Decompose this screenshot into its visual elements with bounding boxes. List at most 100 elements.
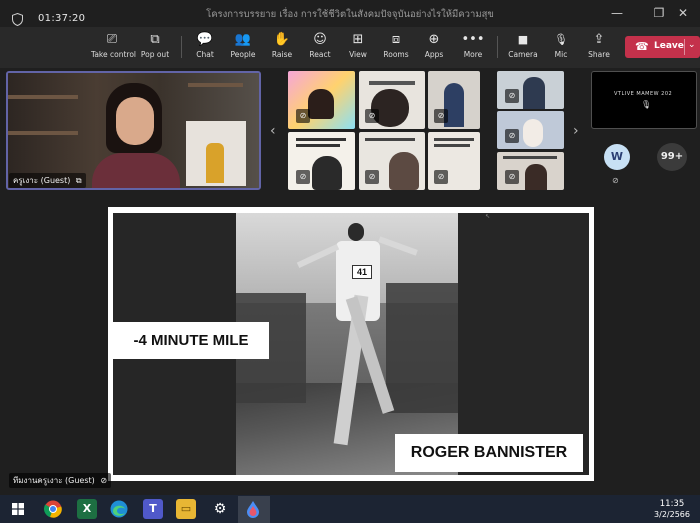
chat-button[interactable]: 💬 Chat [190, 31, 220, 65]
participant-tile[interactable]: ⊘ [497, 111, 564, 149]
mic-off-icon: ⊘ [505, 170, 519, 184]
mic-off-icon: ⊘ [434, 109, 448, 123]
participant-tile[interactable]: ⊘ [497, 152, 564, 190]
leave-divider [684, 39, 685, 55]
minimize-button[interactable]: — [602, 4, 632, 22]
camera-label: Camera [508, 50, 538, 59]
more-button[interactable]: ••• More [458, 31, 488, 65]
mic-off-icon: ⊘ [505, 129, 519, 143]
pop-out-button[interactable]: ⧉ Pop out [139, 31, 171, 65]
teams-icon[interactable]: T [143, 499, 163, 519]
people-icon: 👥 [234, 32, 252, 47]
mic-off-icon: ⊘ [365, 170, 379, 184]
apps-button[interactable]: ⊕ Apps [420, 31, 448, 65]
participant-tile[interactable]: ⊘ [288, 132, 355, 190]
more-icon: ••• [461, 32, 485, 47]
chevron-down-icon[interactable]: ⌄ [688, 40, 696, 50]
mile-caption: -4 MINUTE MILE [133, 332, 249, 349]
react-button[interactable]: ☺ React [305, 31, 335, 65]
drop-app-icon[interactable] [244, 500, 262, 518]
settings-gear-icon[interactable]: ⚙ [210, 499, 230, 519]
share-label: Share [588, 50, 610, 59]
name-caption: ROGER BANNISTER [410, 444, 568, 461]
apps-icon: ⊕ [428, 32, 440, 47]
pop-out-label: Pop out [140, 50, 170, 59]
mic-label: Mic [554, 50, 568, 59]
rooms-label: Rooms [383, 50, 409, 59]
participant-tile[interactable]: ⊘ [428, 71, 480, 129]
bookshelf [8, 95, 78, 99]
apps-label: Apps [424, 50, 444, 59]
excel-icon[interactable]: X [77, 499, 97, 519]
share-button[interactable]: ⇪ Share [585, 31, 613, 65]
react-label: React [309, 50, 331, 59]
mic-off-icon: ⊘ [365, 109, 379, 123]
screen-share-indicator-icon: ⧉ [75, 176, 82, 185]
mic-icon: 🎙 [641, 100, 652, 109]
speaker-name-label: ครูเงาะ (Guest) ⧉ [9, 173, 86, 188]
toolbar-divider [497, 36, 498, 58]
rooms-icon: ⧈ [391, 32, 401, 47]
participant-tile[interactable]: ⊘ [428, 132, 480, 190]
participant-tile[interactable]: ⊘ [359, 132, 425, 190]
pop-out-icon: ⧉ [150, 32, 160, 47]
self-video-label: VTLIVE MAMEW 202 [614, 91, 673, 97]
phone-hangup-icon: ☎ [635, 40, 649, 53]
presenter-name: ทีมงานครูเงาะ (Guest) [13, 476, 95, 485]
rooms-button[interactable]: ⧈ Rooms [381, 31, 411, 65]
participant-tile[interactable]: ⊘ [497, 71, 564, 109]
people-label: People [230, 50, 256, 59]
windows-start-icon[interactable] [12, 503, 24, 515]
take-control-button[interactable]: ⎚ Take control [91, 31, 137, 65]
gallery-prev-arrow[interactable]: ‹ [270, 123, 276, 139]
mic-off-icon: ⊘ [434, 170, 448, 184]
presenter-name-label: ทีมงานครูเงาะ (Guest) ⊘ [9, 473, 112, 488]
bookshelf [8, 131, 78, 135]
speaker-shirt [92, 153, 180, 188]
speaker-face [116, 97, 154, 145]
toolbar-divider [181, 36, 182, 58]
mic-off-icon: ⊘ [296, 170, 310, 184]
view-label: View [349, 50, 367, 59]
view-button[interactable]: ⊞ View [344, 31, 372, 65]
take-control-label: Take control [91, 50, 137, 59]
camera-button[interactable]: ■ Camera [506, 31, 540, 65]
edge-icon[interactable] [110, 500, 128, 518]
taskbar-clock-time[interactable]: 11:35 [648, 499, 696, 509]
chat-icon: 💬 [196, 32, 214, 47]
mouse-cursor-icon: ↖ [485, 213, 491, 220]
participant-avatar[interactable]: W [604, 144, 630, 170]
raise-hand-label: Raise [271, 50, 293, 59]
mic-off-icon: ⊘ [505, 89, 519, 103]
view-icon: ⊞ [352, 32, 364, 47]
mic-off-icon: ⊘ [296, 109, 310, 123]
shield-icon [12, 13, 23, 26]
raise-hand-button[interactable]: ✋ Raise [267, 31, 297, 65]
meeting-timer: 01:37:20 [38, 13, 86, 24]
people-button[interactable]: 👥 People [227, 31, 259, 65]
chat-label: Chat [196, 50, 214, 59]
taskbar-clock-date[interactable]: 3/2/2566 [648, 510, 696, 519]
windows-taskbar [0, 495, 700, 523]
participant-tile[interactable]: ⊘ [288, 71, 355, 129]
take-control-icon: ⎚ [106, 32, 118, 47]
mic-off-icon: 🎙 [554, 33, 568, 46]
more-label: More [463, 50, 483, 59]
more-participants-count[interactable]: 99+ [657, 143, 687, 171]
file-explorer-icon[interactable]: ▭ [176, 499, 196, 519]
react-icon: ☺ [313, 32, 327, 47]
window-title: โครงการบรรยาย เรื่อง การใช้ชีวิตในสังคมป… [206, 9, 494, 20]
bookshelf [188, 83, 243, 87]
speaker-name: ครูเงาะ (Guest) [13, 176, 71, 185]
chrome-icon[interactable] [44, 500, 62, 518]
close-button[interactable]: ✕ [668, 4, 698, 22]
mic-off-icon: ⊘ [100, 476, 108, 485]
poster-figure [206, 143, 224, 183]
raise-hand-icon: ✋ [273, 32, 291, 47]
leave-button[interactable]: ☎ Leave ⌄ [625, 36, 700, 58]
participant-tile[interactable]: ⊘ [359, 71, 425, 129]
share-icon: ⇪ [593, 32, 605, 47]
mic-button[interactable]: 🎙 Mic [548, 31, 574, 65]
gallery-next-arrow[interactable]: › [573, 123, 579, 139]
camera-icon: ■ [517, 33, 529, 46]
